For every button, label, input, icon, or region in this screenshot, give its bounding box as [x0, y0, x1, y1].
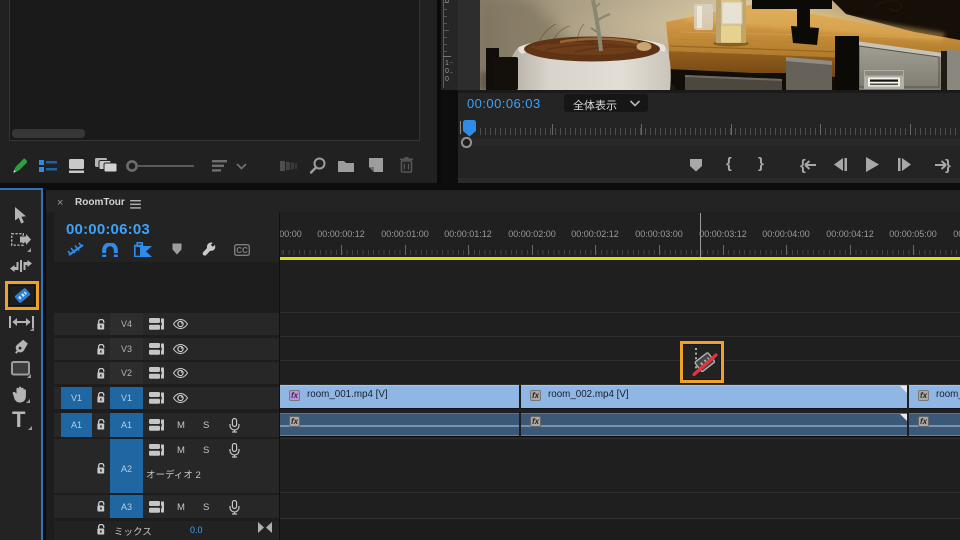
svg-text:}: }	[945, 157, 951, 173]
svg-text:CC: CC	[236, 246, 248, 255]
